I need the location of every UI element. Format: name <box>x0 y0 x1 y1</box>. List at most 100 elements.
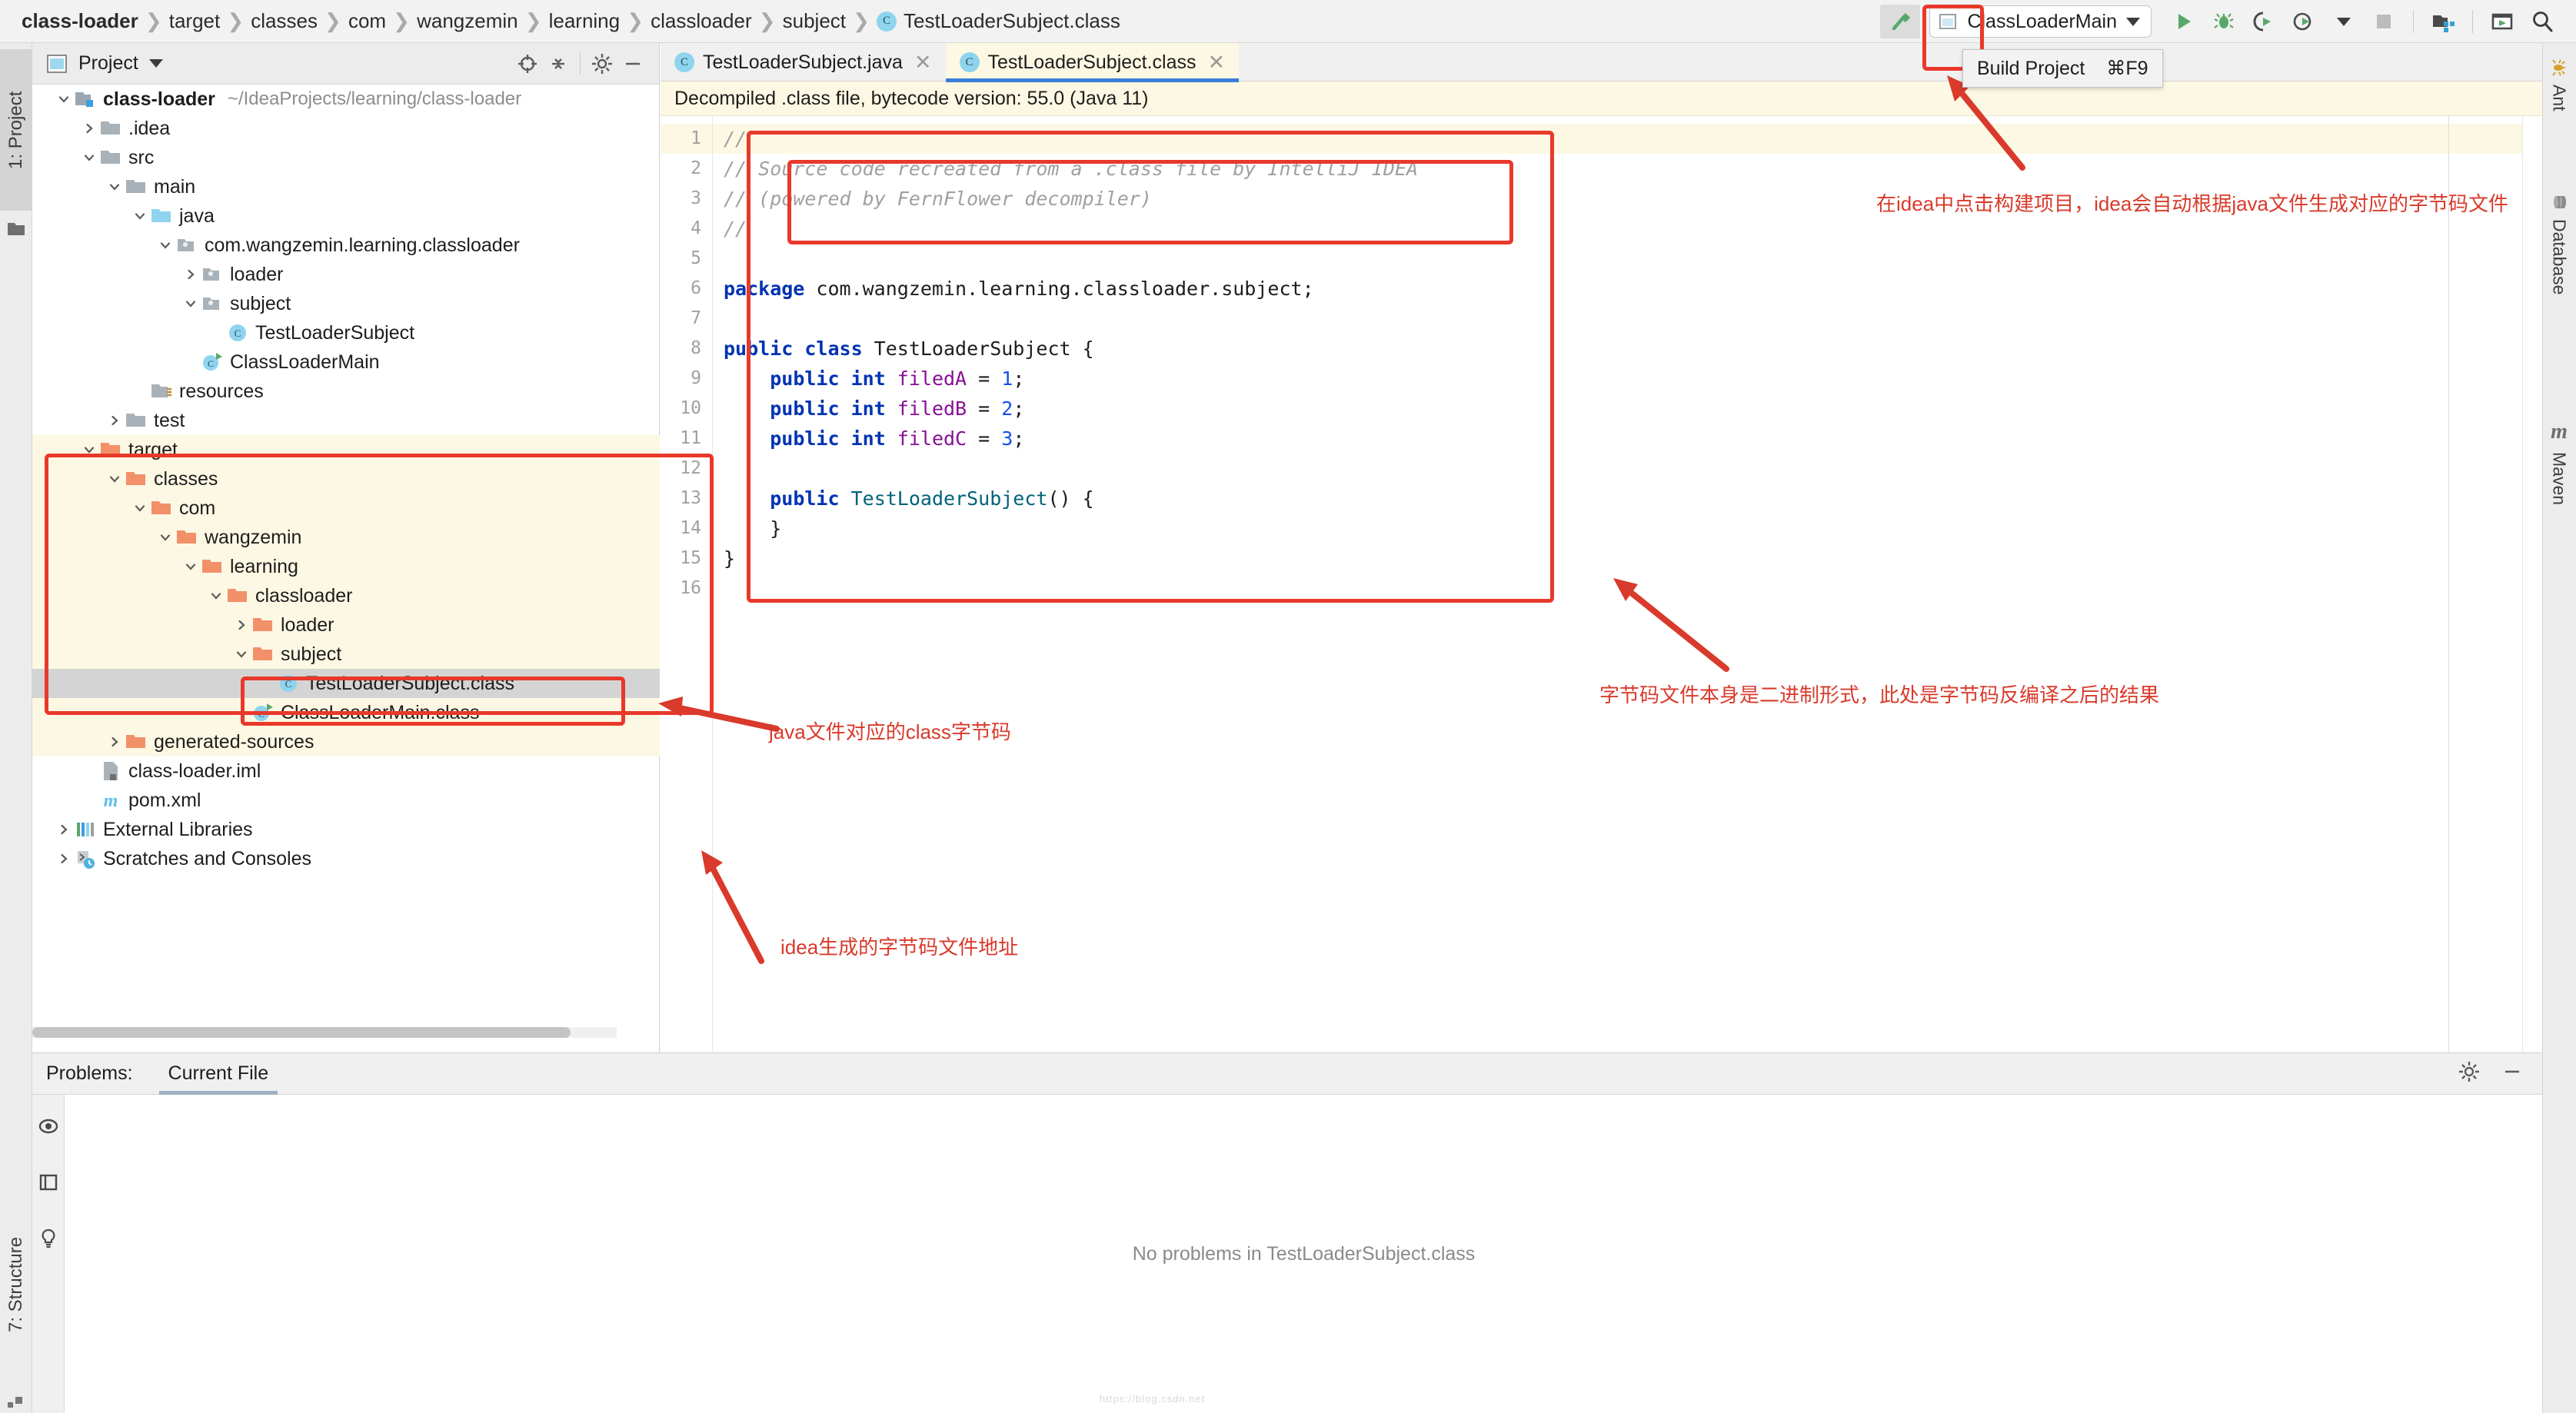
sidebar-item-project[interactable]: 1: Project <box>0 49 32 211</box>
chevron-down-icon[interactable] <box>130 201 150 231</box>
tree-node-src[interactable]: src <box>32 143 660 172</box>
tree-node-target[interactable]: target <box>32 435 660 464</box>
tree-node-pom-xml[interactable]: m pom.xml <box>32 786 660 815</box>
chevron-down-icon[interactable] <box>79 143 99 172</box>
tree-node-classloadermain[interactable]: C ClassLoaderMain <box>32 347 660 377</box>
breadcrumb-item-wangzemin[interactable]: wangzemin <box>417 9 518 33</box>
run-button[interactable] <box>2164 5 2204 38</box>
chevron-down-icon[interactable] <box>2126 17 2140 26</box>
code-line[interactable]: public int filedA = 1; <box>713 364 2542 394</box>
code-line[interactable]: } <box>713 514 2542 544</box>
chevron-right-icon[interactable] <box>105 406 125 435</box>
chevron-right-icon[interactable] <box>105 727 125 756</box>
tree-node-classes[interactable]: classes <box>32 464 660 494</box>
breadcrumb-item-learning[interactable]: learning <box>549 9 621 33</box>
tree-node-subject[interactable]: subject <box>32 289 660 318</box>
tree-node-java[interactable]: java <box>32 201 660 231</box>
project-structure-button[interactable] <box>2423 5 2463 38</box>
breadcrumb-item-classloader[interactable]: classloader <box>651 9 752 33</box>
sidebar-item-maven[interactable]: m Maven <box>2542 412 2576 581</box>
breadcrumb-item-target[interactable]: target <box>169 9 221 33</box>
tab-testloadersubject-java[interactable]: C TestLoaderSubject.java ✕ <box>661 43 946 81</box>
minimize-icon[interactable] <box>2501 1060 2524 1087</box>
chevron-down-icon[interactable] <box>105 172 125 201</box>
hide-icon[interactable] <box>617 48 648 79</box>
preview-icon[interactable] <box>37 1171 60 1198</box>
breadcrumb-item-classes[interactable]: classes <box>251 9 318 33</box>
code-line[interactable]: public int filedC = 3; <box>713 424 2542 454</box>
tree-node-class-loader[interactable]: class-loader ~/IdeaProjects/learning/clas… <box>32 85 660 114</box>
breadcrumb-item-class-loader[interactable]: class-loader <box>22 9 138 33</box>
locate-icon[interactable] <box>512 48 543 79</box>
chevron-down-icon[interactable] <box>155 523 175 552</box>
tab-testloadersubject-class[interactable]: C TestLoaderSubject.class ✕ <box>945 43 1240 82</box>
tree-node-testloadersubject-class[interactable]: C TestLoaderSubject.class <box>32 669 660 698</box>
bulb-icon[interactable] <box>37 1227 60 1254</box>
sidebar-item-database[interactable]: Database <box>2542 185 2576 389</box>
tree-node-classloadermain-class[interactable]: C ClassLoaderMain.class <box>32 698 660 727</box>
close-icon[interactable]: ✕ <box>1208 51 1226 75</box>
code-line[interactable] <box>713 244 2542 274</box>
tree-node-classloader[interactable]: classloader <box>32 581 660 610</box>
chevron-down-icon[interactable] <box>79 435 99 464</box>
code-line[interactable]: // Source code recreated from a .class f… <box>713 154 2542 184</box>
chevron-right-icon[interactable] <box>181 260 201 289</box>
tree-node-wangzemin[interactable]: wangzemin <box>32 523 660 552</box>
code-line[interactable]: // <box>713 124 2542 154</box>
tree-node-com-wangzemin-learning-classloader[interactable]: com.wangzemin.learning.classloader <box>32 231 660 260</box>
chevron-right-icon[interactable] <box>231 610 251 640</box>
profiler-dropdown[interactable] <box>2324 5 2364 38</box>
profiler-button[interactable] <box>2284 5 2324 38</box>
chevron-down-icon[interactable] <box>54 85 74 114</box>
tree-node-resources[interactable]: resources <box>32 377 660 406</box>
tree-node-learning[interactable]: learning <box>32 552 660 581</box>
code-line[interactable]: public int filedB = 2; <box>713 394 2542 424</box>
open-tool-window-button[interactable] <box>2482 5 2522 38</box>
debug-button[interactable] <box>2204 5 2244 38</box>
code-line[interactable] <box>713 304 2542 334</box>
search-everywhere-button[interactable] <box>2522 5 2562 38</box>
tree-node-com[interactable]: com <box>32 494 660 523</box>
tree-node-scratches-and-consoles[interactable]: Scratches and Consoles <box>32 844 660 873</box>
chevron-down-icon[interactable] <box>231 640 251 669</box>
chevron-down-icon[interactable] <box>148 59 163 68</box>
chevron-down-icon[interactable] <box>130 494 150 523</box>
tree-node-subject[interactable]: subject <box>32 640 660 669</box>
breadcrumb-item-file[interactable]: C TestLoaderSubject.class <box>877 9 1120 33</box>
collapse-all-icon[interactable] <box>543 48 574 79</box>
close-icon[interactable]: ✕ <box>914 51 932 75</box>
code-line[interactable]: public TestLoaderSubject() { <box>713 484 2542 514</box>
tab-current-file[interactable]: Current File <box>158 1053 278 1095</box>
tree-node-external-libraries[interactable]: External Libraries <box>32 815 660 844</box>
code-line[interactable]: // <box>713 214 2542 244</box>
chevron-down-icon[interactable] <box>105 464 125 494</box>
code-line[interactable]: public class TestLoaderSubject { <box>713 334 2542 364</box>
sidebar-item-ant[interactable]: Ant <box>2542 51 2576 166</box>
tree-node--idea[interactable]: .idea <box>32 114 660 143</box>
tree-node-testloadersubject[interactable]: C TestLoaderSubject <box>32 318 660 347</box>
chevron-down-icon[interactable] <box>181 289 201 318</box>
chevron-right-icon[interactable] <box>54 844 74 873</box>
tree-node-main[interactable]: main <box>32 172 660 201</box>
chevron-right-icon[interactable] <box>79 114 99 143</box>
eye-icon[interactable] <box>37 1115 60 1142</box>
build-project-button[interactable] <box>1880 5 1921 38</box>
chevron-down-icon[interactable] <box>155 231 175 260</box>
run-with-coverage-button[interactable] <box>2244 5 2284 38</box>
gear-icon[interactable] <box>587 48 617 79</box>
project-horizontal-scrollbar[interactable] <box>32 1027 617 1038</box>
gear-icon[interactable] <box>2458 1060 2481 1087</box>
code-line[interactable]: package com.wangzemin.learning.classload… <box>713 274 2542 304</box>
code-line[interactable] <box>713 454 2542 484</box>
tree-node-loader[interactable]: loader <box>32 260 660 289</box>
run-configuration-selector[interactable]: ClassLoaderMain <box>1929 5 2152 38</box>
chevron-down-icon[interactable] <box>181 552 201 581</box>
tree-node-generated-sources[interactable]: generated-sources <box>32 727 660 756</box>
tree-node-test[interactable]: test <box>32 406 660 435</box>
breadcrumb-item-com[interactable]: com <box>348 9 386 33</box>
tree-node-loader[interactable]: loader <box>32 610 660 640</box>
chevron-down-icon[interactable] <box>206 581 226 610</box>
sidebar-item-structure[interactable]: 7: Structure <box>0 1196 32 1373</box>
breadcrumb-item-subject[interactable]: subject <box>783 9 846 33</box>
project-tree[interactable]: class-loader ~/IdeaProjects/learning/clas… <box>32 85 660 1052</box>
